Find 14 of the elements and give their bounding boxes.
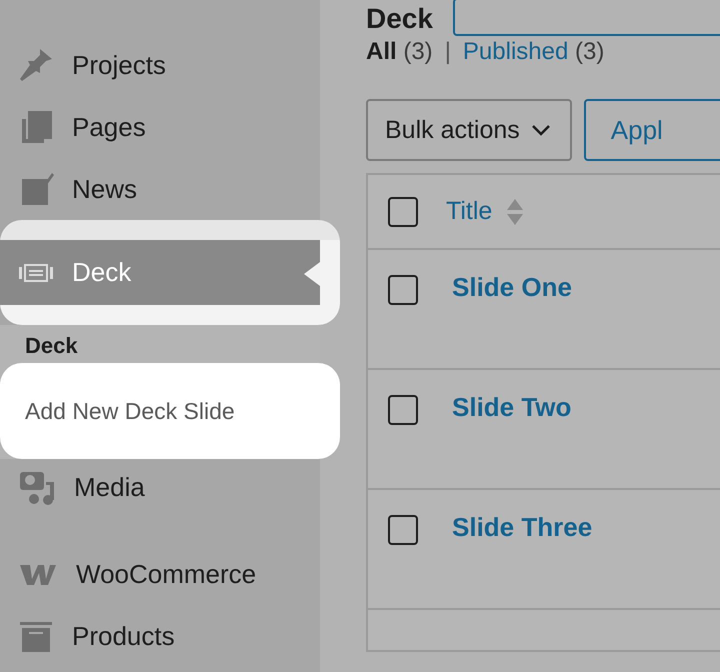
page-title: Deck (366, 2, 433, 36)
menu-item[interactable]: News (0, 158, 320, 220)
separator: | (444, 38, 451, 66)
menu-item[interactable]: Deck (0, 240, 320, 305)
bulk-actions-dropdown[interactable]: Bulk actions (366, 99, 572, 161)
submenu-item[interactable]: Add New Deck Slide (0, 398, 235, 424)
menu-item[interactable]: Pages (0, 96, 320, 158)
menu-item[interactable]: Products (0, 605, 320, 667)
menu-item[interactable]: WooCommerce (0, 543, 320, 605)
filter-link[interactable]: Published (3) (462, 38, 604, 66)
submenu-heading: Deck (24, 332, 79, 360)
menu-item[interactable]: Projects (0, 34, 320, 96)
filter-link[interactable]: All (3) (366, 38, 433, 66)
menu-item[interactable]: Media (0, 459, 320, 515)
